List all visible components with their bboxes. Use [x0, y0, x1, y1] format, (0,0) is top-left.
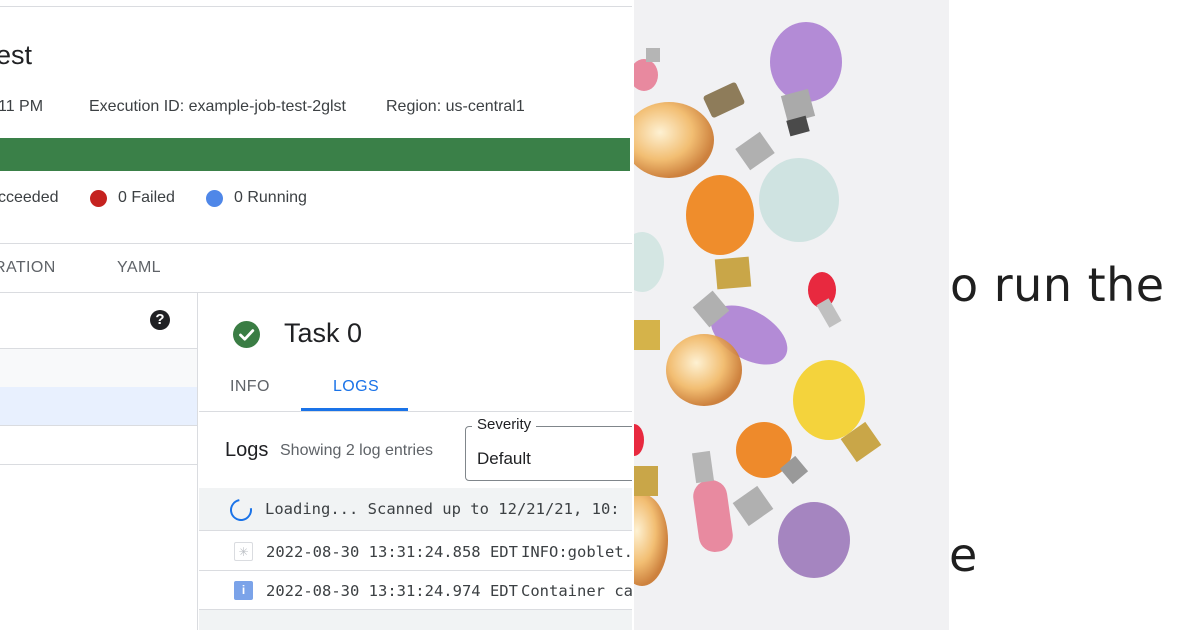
tab-info[interactable]: INFO: [230, 378, 270, 396]
log-timestamp: 2022-08-30 13:31:24.858 EDT: [266, 543, 518, 561]
execution-region: Region: us-central1: [386, 98, 525, 115]
log-entry[interactable]: ✳ 2022-08-30 13:31:24.858 EDT INFO:goble…: [199, 532, 632, 571]
succeeded-status: cceeded: [0, 189, 59, 207]
subtabs-divider: [199, 411, 632, 412]
severity-label: Severity: [472, 416, 537, 433]
default-severity-icon: ✳: [234, 542, 253, 561]
task-list-item-selected[interactable]: [0, 387, 197, 426]
failed-label: 0 Failed: [118, 189, 175, 206]
task-list-item[interactable]: [0, 426, 197, 465]
task-list: ?: [0, 293, 198, 630]
top-divider: [0, 6, 632, 7]
severity-value: Default: [477, 449, 531, 468]
log-loading-row: Loading... Scanned up to 12/21/21, 10:: [199, 488, 632, 531]
light-bulbs-illustration: [634, 0, 949, 630]
running-status: 0 Running: [206, 189, 307, 207]
logs-heading: Logs: [225, 439, 269, 461]
tabs-top-divider: [0, 243, 632, 244]
help-icon[interactable]: ?: [150, 310, 170, 330]
light-bulbs-photo: [634, 0, 949, 630]
execution-id: Execution ID: example-job-test-2glst: [89, 98, 346, 115]
log-entry[interactable]: i 2022-08-30 13:31:24.974 EDT Container …: [199, 571, 632, 610]
execution-time: 11 PM: [0, 98, 44, 115]
log-message: INFO:goblet.a: [521, 543, 632, 561]
task-progress-bar: [0, 138, 630, 171]
info-severity-icon: i: [234, 581, 253, 600]
tab-yaml[interactable]: YAML: [117, 259, 161, 277]
logs-count: Showing 2 log entries: [280, 442, 433, 459]
text-fragment-line-2: e: [949, 528, 978, 582]
succeeded-label: cceeded: [0, 189, 59, 206]
log-timestamp: 2022-08-30 13:31:24.974 EDT: [266, 582, 518, 600]
loading-text: Loading... Scanned up to 12/21/21, 10:: [265, 500, 620, 518]
failed-status: 0 Failed: [90, 189, 175, 207]
check-circle-icon: [233, 321, 260, 348]
tab-logs[interactable]: LOGS: [333, 378, 379, 396]
log-message: Container ca: [521, 582, 632, 600]
task-title: Task 0: [284, 318, 363, 348]
page-title: est: [0, 40, 33, 70]
running-dot-icon: [206, 189, 223, 207]
running-label: 0 Running: [234, 189, 307, 206]
task-list-header: [0, 348, 197, 388]
article-text-fragment: o run the e: [949, 0, 1200, 630]
text-fragment-line-1: o run the: [950, 258, 1165, 312]
loading-spinner-icon: [225, 494, 257, 526]
log-pane-footer: [199, 610, 632, 630]
tab-configuration[interactable]: RATION: [0, 259, 56, 277]
job-execution-panel: est 11 PM Execution ID: example-job-test…: [0, 0, 632, 630]
failed-dot-icon: [90, 189, 107, 207]
